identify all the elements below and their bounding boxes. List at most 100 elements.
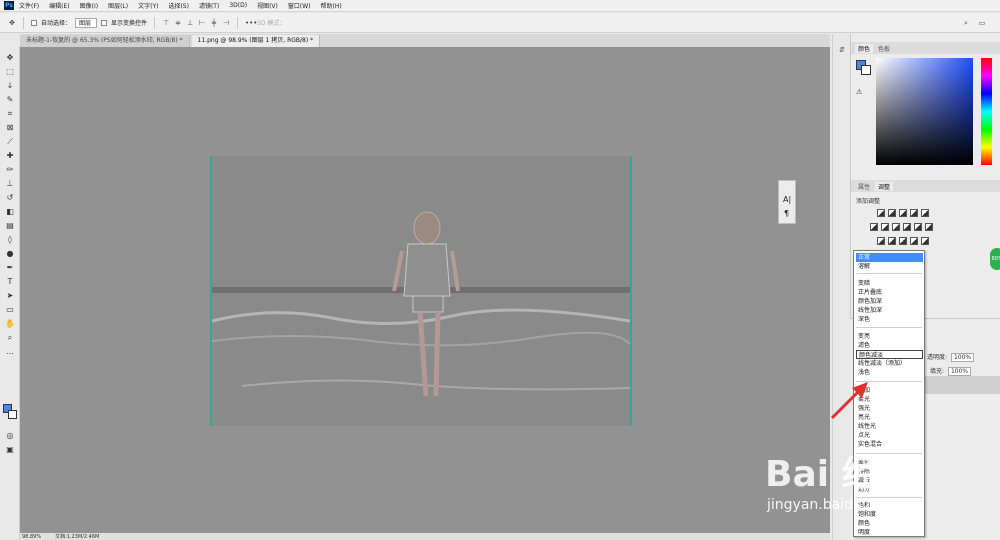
- lasso-tool-icon[interactable]: ↆ: [4, 80, 16, 91]
- blend-option-screen[interactable]: 滤色: [856, 341, 923, 350]
- menu-layer[interactable]: 图层(L): [103, 1, 133, 10]
- blend-option-color-dodge[interactable]: 颜色减淡: [856, 350, 923, 359]
- document-image[interactable]: [210, 156, 632, 426]
- eraser-tool-icon[interactable]: ◧: [4, 206, 16, 217]
- blend-option-linear-burn[interactable]: 线性加深: [856, 306, 923, 315]
- blend-option-pin-light[interactable]: 点光: [856, 431, 923, 440]
- character-icon[interactable]: A|: [783, 195, 791, 204]
- fill-input[interactable]: 100%: [947, 367, 972, 376]
- quick-mask-icon[interactable]: ◎: [4, 430, 16, 441]
- history-brush-tool-icon[interactable]: ↺: [4, 192, 16, 203]
- menu-type[interactable]: 文字(Y): [133, 1, 163, 10]
- blend-option-linear-dodge[interactable]: 线性减淡（添加）: [856, 359, 923, 368]
- menu-window[interactable]: 窗口(W): [283, 1, 316, 10]
- type-tool-icon[interactable]: T: [4, 276, 16, 287]
- auto-select-checkbox[interactable]: [31, 19, 37, 26]
- tab-swatches[interactable]: 色板: [875, 44, 893, 53]
- zoom-level[interactable]: 98.89%: [22, 534, 41, 540]
- levels-adjust-icon[interactable]: [888, 209, 896, 217]
- invert-adjust-icon[interactable]: [877, 237, 885, 245]
- menu-filter[interactable]: 滤镜(T): [194, 1, 224, 10]
- blend-option-lighten[interactable]: 变亮: [856, 332, 923, 341]
- menu-select[interactable]: 选择(S): [163, 1, 194, 10]
- color-picker-field[interactable]: [876, 58, 973, 165]
- brightness-adjust-icon[interactable]: [877, 209, 885, 217]
- background-color-swatch[interactable]: [8, 410, 17, 419]
- screen-mode-icon[interactable]: ▣: [4, 444, 16, 455]
- blur-tool-icon[interactable]: ◊: [4, 234, 16, 245]
- brush-tool-icon[interactable]: ✏: [4, 164, 16, 175]
- gradient-map-adjust-icon[interactable]: [910, 237, 918, 245]
- color-panel-background[interactable]: [861, 65, 871, 75]
- hue-saturation-adjust-icon[interactable]: [870, 223, 878, 231]
- workspace-icon[interactable]: ▭: [978, 19, 986, 27]
- exposure-adjust-icon[interactable]: [910, 209, 918, 217]
- blend-option-linear-light[interactable]: 线性光: [856, 422, 923, 431]
- marquee-tool-icon[interactable]: ⬚: [4, 66, 16, 77]
- color-balance-adjust-icon[interactable]: [881, 223, 889, 231]
- quick-select-tool-icon[interactable]: ✎: [4, 94, 16, 105]
- paragraph-icon[interactable]: ¶: [784, 209, 789, 218]
- history-panel-icon[interactable]: ⇵: [838, 46, 846, 54]
- hue-slider[interactable]: [981, 58, 992, 165]
- tab-properties[interactable]: 属性: [855, 182, 873, 191]
- edit-toolbar-icon[interactable]: …: [4, 346, 16, 357]
- menu-help[interactable]: 帮助(H): [316, 1, 347, 10]
- blend-option-lighter-color[interactable]: 浅色: [856, 368, 923, 377]
- move-tool-icon[interactable]: ✥: [8, 19, 16, 27]
- blend-option-darker-color[interactable]: 深色: [856, 315, 923, 324]
- hand-tool-icon[interactable]: ✋: [4, 318, 16, 329]
- blend-option-darken[interactable]: 变暗: [856, 279, 923, 288]
- path-select-tool-icon[interactable]: ➤: [4, 290, 16, 301]
- eyedropper-tool-icon[interactable]: ⟋: [4, 136, 16, 147]
- align-right-icon[interactable]: ⊣: [222, 19, 230, 27]
- move-tool-icon[interactable]: ✥: [4, 52, 16, 63]
- dodge-tool-icon[interactable]: ●: [4, 248, 16, 259]
- vibrance-adjust-icon[interactable]: [921, 209, 929, 217]
- menu-image[interactable]: 图像(I): [75, 1, 103, 10]
- search-icon[interactable]: ⌕: [962, 19, 970, 27]
- more-options-icon[interactable]: •••: [245, 19, 257, 27]
- photoshop-logo-icon: Ps: [4, 1, 14, 10]
- black-white-adjust-icon[interactable]: [892, 223, 900, 231]
- menu-edit[interactable]: 编辑(E): [44, 1, 74, 10]
- opacity-input[interactable]: 100%: [950, 353, 975, 362]
- photo-filter-adjust-icon[interactable]: [903, 223, 911, 231]
- show-transform-checkbox[interactable]: [101, 19, 108, 26]
- align-middle-icon[interactable]: ≑: [174, 19, 182, 27]
- gradient-tool-icon[interactable]: ▤: [4, 220, 16, 231]
- align-bottom-icon[interactable]: ⊥: [186, 19, 194, 27]
- curves-adjust-icon[interactable]: [899, 209, 907, 217]
- blend-option-dissolve[interactable]: 溶解: [856, 262, 923, 271]
- align-center-icon[interactable]: ╪: [210, 19, 218, 27]
- blend-option-luminosity[interactable]: 明度: [856, 528, 923, 537]
- crop-tool-icon[interactable]: ⌗: [4, 108, 16, 119]
- status-badge[interactable]: 60%: [990, 248, 1000, 270]
- blend-option-multiply[interactable]: 正片叠底: [856, 288, 923, 297]
- tab-color[interactable]: 颜色: [855, 43, 874, 53]
- tab-document-1[interactable]: 未标题-1-恢复的 @ 65.3% (PS如何轻松添水印, RGB/8) *: [20, 35, 190, 47]
- menu-file[interactable]: 文件(F): [14, 1, 44, 10]
- menu-3d[interactable]: 3D(D): [224, 2, 252, 9]
- threshold-adjust-icon[interactable]: [899, 237, 907, 245]
- color-lookup-adjust-icon[interactable]: [925, 223, 933, 231]
- pen-tool-icon[interactable]: ✒: [4, 262, 16, 273]
- selective-color-adjust-icon[interactable]: [921, 237, 929, 245]
- channel-mixer-adjust-icon[interactable]: [914, 223, 922, 231]
- tab-adjustments[interactable]: 调整: [875, 181, 894, 191]
- align-top-icon[interactable]: ⊤: [162, 19, 170, 27]
- blend-option-color-burn[interactable]: 颜色加深: [856, 297, 923, 306]
- options-bar: ✥ 自动选择： 图层 显示变换控件 ⊤ ≑ ⊥ ⊢ ╪ ⊣ ••• 3D 模式：…: [0, 13, 1000, 33]
- zoom-tool-icon[interactable]: ⌕: [4, 332, 16, 343]
- frame-tool-icon[interactable]: ⊠: [4, 122, 16, 133]
- rectangle-tool-icon[interactable]: ▭: [4, 304, 16, 315]
- layer-select-dropdown[interactable]: 图层: [75, 17, 98, 28]
- menu-view[interactable]: 视图(V): [252, 1, 283, 10]
- align-left-icon[interactable]: ⊢: [198, 19, 206, 27]
- posterize-adjust-icon[interactable]: [888, 237, 896, 245]
- blend-option-normal[interactable]: 正常: [856, 253, 923, 262]
- tab-document-2[interactable]: 11.png @ 98.9% (图层 1 拷贝, RGB/8) *: [191, 35, 321, 47]
- selected-layer-row[interactable]: [925, 376, 1000, 394]
- healing-brush-tool-icon[interactable]: ✚: [4, 150, 16, 161]
- clone-stamp-tool-icon[interactable]: ⊥: [4, 178, 16, 189]
